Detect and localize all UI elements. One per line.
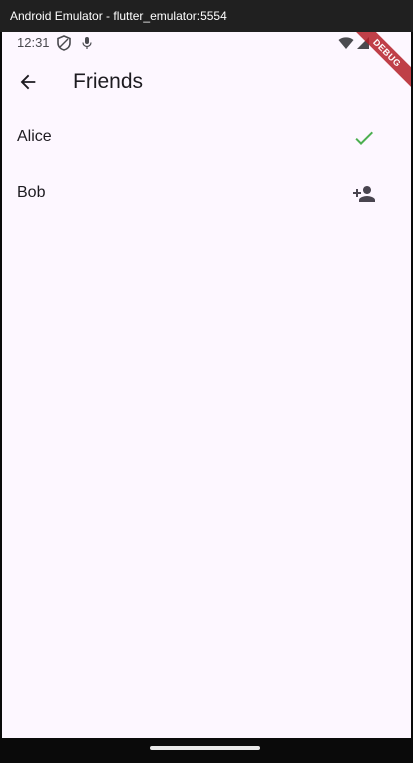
phone-frame: 12:31 DEBUG Friends Alice Bob — [0, 32, 413, 763]
wifi-icon — [338, 37, 354, 49]
page-title: Friends — [73, 70, 144, 93]
gesture-nav-handle[interactable] — [150, 746, 260, 750]
friends-list: Alice Bob — [2, 110, 411, 222]
app-bar: Friends — [2, 54, 411, 110]
app-screen: 12:31 DEBUG Friends Alice Bob — [2, 32, 411, 738]
status-time: 12:31 — [17, 35, 50, 50]
added-status-button[interactable] — [350, 124, 378, 152]
check-icon — [355, 131, 373, 145]
list-item-alice[interactable]: Alice — [2, 110, 411, 166]
window-titlebar: Android Emulator - flutter_emulator:5554 — [0, 0, 413, 32]
list-item-bob[interactable]: Bob — [2, 166, 411, 222]
person-add-icon — [353, 186, 375, 202]
back-button[interactable] — [12, 66, 44, 98]
friend-name: Bob — [17, 184, 46, 201]
status-bar: 12:31 DEBUG — [2, 32, 411, 94]
add-friend-button[interactable] — [350, 180, 378, 208]
arrow-back-icon — [20, 74, 36, 90]
friend-name: Alice — [17, 128, 52, 145]
mic-icon — [82, 37, 92, 49]
shield-icon — [57, 35, 71, 51]
